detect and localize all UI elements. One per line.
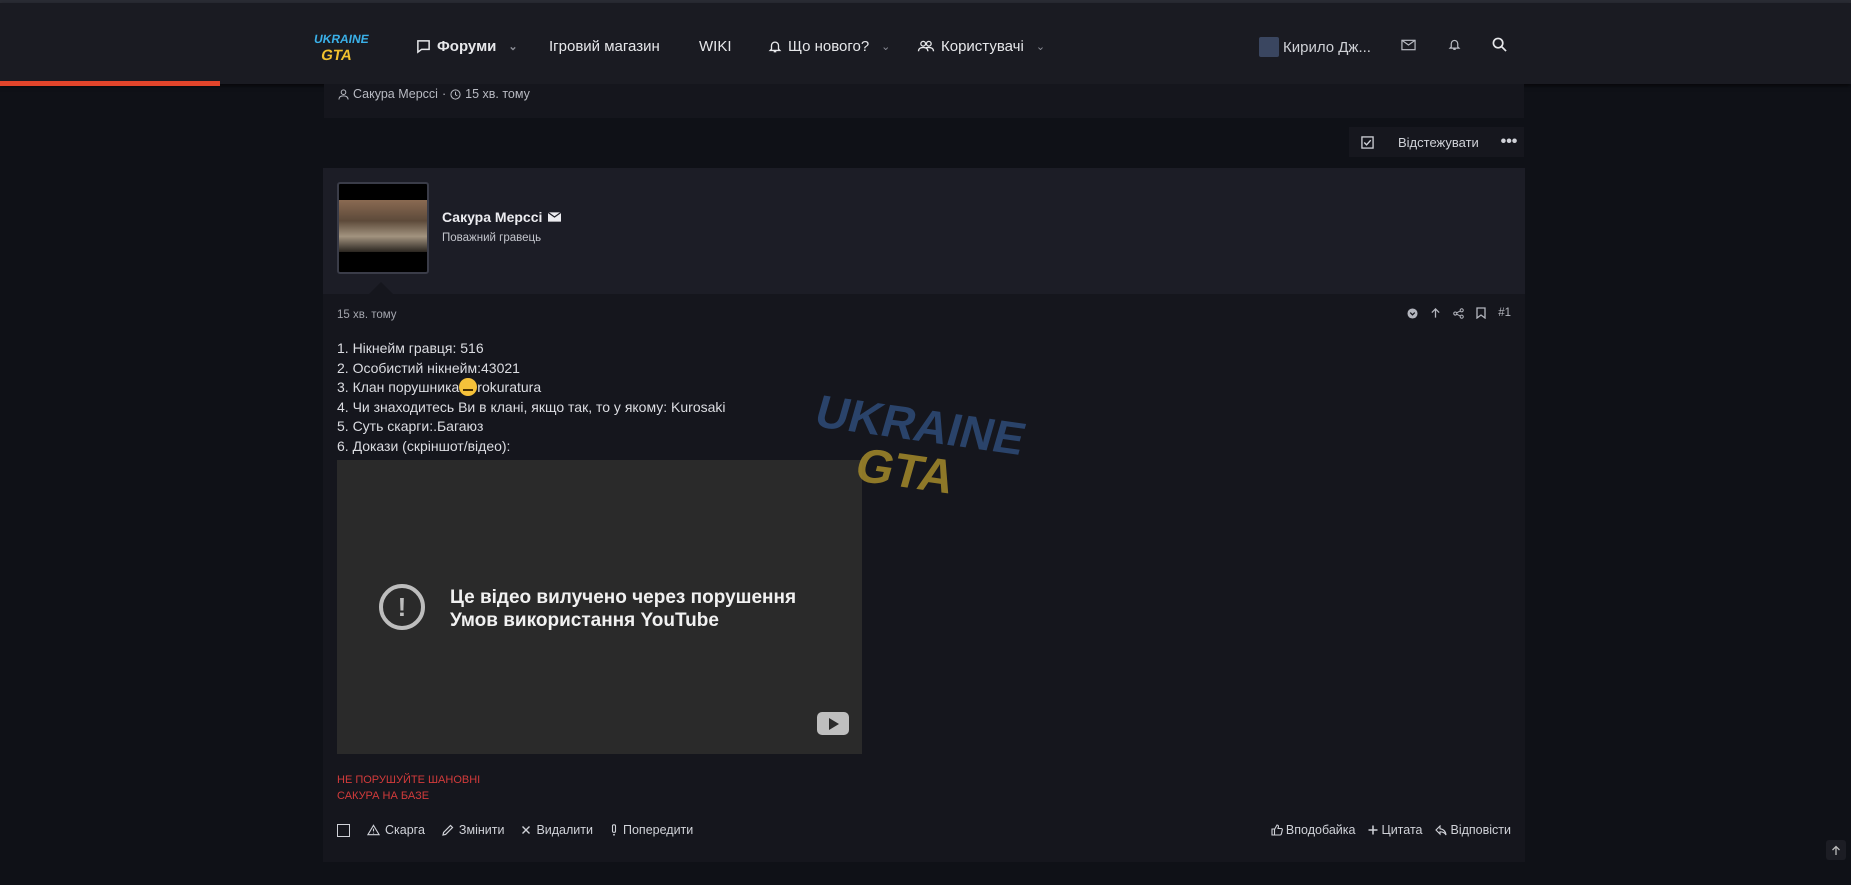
page-load-progress: [0, 81, 220, 86]
forum-post: Сакура Мерссі Поважний гравець 15 хв. то…: [323, 168, 1525, 862]
reply-label: Відповісти: [1450, 823, 1511, 837]
nav-game-store[interactable]: Ігровий магазин: [549, 35, 660, 57]
signature-line: САКУРА НА БАЗЕ: [337, 790, 430, 802]
bookmark-icon[interactable]: [1476, 307, 1486, 319]
meta-separator: ·: [441, 87, 447, 101]
nav-wiki-label: WIKI: [699, 37, 732, 55]
post-actions-left: Скарга Змінити Видалити Попередити: [337, 823, 710, 837]
video-removed-message: Це відео вилучено через порушення Умов в…: [450, 587, 797, 631]
close-icon: [522, 826, 531, 834]
post-line: 3. Клан порушника rokuratura: [337, 378, 726, 398]
reply-icon: [1435, 824, 1448, 835]
nav-forums-label: Форуми: [437, 37, 497, 55]
warn-button[interactable]: Попередити: [610, 823, 693, 837]
nav-users-label: Користувачі: [941, 37, 1024, 55]
like-button[interactable]: Вподобайка: [1271, 823, 1356, 837]
select-checkbox[interactable]: [337, 823, 350, 837]
checkbox-icon: [337, 823, 350, 837]
avatar-image: [339, 200, 427, 252]
user-icon: [338, 88, 349, 100]
like-label: Вподобайка: [1285, 823, 1356, 837]
chevron-down-icon[interactable]: ⌄: [881, 40, 890, 53]
youtube-play-icon[interactable]: [817, 712, 849, 735]
envelope-icon: [548, 212, 562, 222]
bell-icon: [768, 40, 782, 52]
warn-label: Попередити: [623, 823, 694, 837]
signature-line: НЕ ПОРУШУЙТЕ ШАНОВНІ: [337, 774, 481, 786]
arrow-up-icon[interactable]: [1430, 307, 1441, 319]
more-options-button[interactable]: •••: [1494, 127, 1524, 157]
chat-bubble-icon: [417, 39, 430, 54]
edit-label: Змінити: [458, 823, 505, 837]
post-tools: #1: [1407, 307, 1511, 319]
post-line-text: 3. Клан порушника: [337, 379, 460, 396]
post-timestamp[interactable]: 15 хв. тому: [337, 309, 397, 321]
svg-text:UKRAINE: UKRAINE: [314, 32, 370, 46]
post-line: 2. Особистий нікнейм:43021: [337, 359, 520, 376]
clock-icon: [450, 88, 461, 100]
nav-game-store-label: Ігровий магазин: [549, 37, 660, 55]
envelope-icon[interactable]: [1401, 39, 1416, 51]
site-logo[interactable]: UKRAINE GTA: [314, 29, 372, 65]
search-icon[interactable]: [1492, 37, 1507, 52]
chevron-down-icon[interactable]: ⌄: [508, 40, 517, 53]
thread-author[interactable]: Сакура Мерссі: [353, 87, 438, 101]
edit-button[interactable]: Змінити: [442, 823, 505, 837]
pencil-icon: [442, 824, 454, 836]
users-icon: [917, 40, 935, 51]
exclamation-icon: [611, 824, 617, 836]
nav-forums[interactable]: Форуми ⌄: [416, 35, 518, 57]
plus-icon: [1368, 825, 1378, 835]
svg-text:GTA: GTA: [320, 47, 354, 64]
thread-meta: Сакура Мерссі · 15 хв. тому: [338, 87, 530, 101]
delete-button[interactable]: Видалити: [521, 823, 593, 837]
notification-bell-icon[interactable]: [1448, 37, 1461, 52]
nav-whats-new[interactable]: Що нового? ⌄: [768, 35, 890, 57]
username: Кирило Дж...: [1283, 38, 1371, 56]
signature: НЕ ПОРУШУЙТЕ ШАНОВНІ САКУРА НА БАЗЕ: [337, 772, 480, 804]
author-name[interactable]: Сакура Мерссі: [442, 209, 562, 225]
post-line: 4. Чи знаходитесь Ви в клані, якщо так, …: [337, 398, 726, 415]
exclamation-circle-icon: !: [379, 584, 425, 630]
watch-label: Відстежувати: [1398, 134, 1479, 150]
nav-users[interactable]: Користувачі ⌄: [917, 35, 1045, 57]
quote-label: Цитата: [1381, 823, 1423, 837]
chevron-down-icon[interactable]: ⌄: [1036, 40, 1045, 53]
author-title: Поважний гравець: [442, 232, 542, 244]
report-label: Скарга: [385, 823, 425, 837]
post-number[interactable]: #1: [1498, 307, 1511, 319]
watermark-logo: UKRAINE GTA: [812, 390, 1032, 504]
post-actions-right: Вподобайка Цитата Відповісти: [1271, 823, 1511, 837]
thumbs-up-icon: [1271, 824, 1283, 836]
post-line: 1. Нікнейм гравця: 516: [337, 340, 484, 356]
author-name-text: Сакура Мерссі: [442, 209, 543, 225]
top-navbar: UKRAINE GTA Форуми ⌄ Ігровий магазин WIK…: [0, 3, 1851, 86]
scroll-to-top-button[interactable]: [1826, 840, 1846, 860]
user-avatar: [1259, 37, 1279, 57]
post-line-text: rokuratura: [477, 379, 542, 396]
ellipsis-icon: •••: [1500, 133, 1518, 150]
user-menu[interactable]: Кирило Дж...: [1259, 37, 1371, 57]
checkbox-checked-icon: [1361, 135, 1374, 149]
thread-time: 15 хв. тому: [465, 87, 530, 101]
report-button[interactable]: Скарга: [367, 823, 425, 837]
nav-wiki[interactable]: WIKI: [699, 35, 732, 57]
author-avatar[interactable]: [337, 182, 429, 274]
post-line: 6. Докази (скріншот/відео):: [337, 437, 511, 454]
avatar-caret: [369, 282, 393, 294]
post-line: 5. Суть скарги:.Багаюз: [337, 418, 484, 435]
quote-button[interactable]: Цитата: [1368, 823, 1422, 837]
youtube-embed[interactable]: ! Це відео вилучено через порушення Умов…: [337, 460, 862, 754]
neutral-face-emoji-icon: [459, 378, 478, 397]
post-body: 1. Нікнейм гравця: 516 2. Особистий нікн…: [337, 339, 726, 457]
warning-icon: [367, 824, 380, 836]
post-header: Сакура Мерссі Поважний гравець: [323, 168, 1525, 294]
reply-button[interactable]: Відповісти: [1435, 823, 1511, 837]
share-icon[interactable]: [1453, 307, 1464, 319]
nav-whats-new-label: Що нового?: [788, 37, 870, 55]
chevron-circle-icon[interactable]: [1407, 307, 1418, 319]
arrow-up-icon: [1832, 845, 1840, 855]
delete-label: Видалити: [536, 823, 593, 837]
